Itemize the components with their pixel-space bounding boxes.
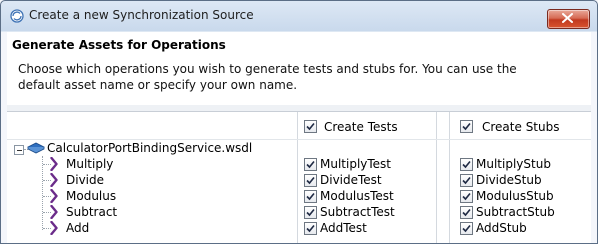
stub-checkbox[interactable] xyxy=(460,158,473,171)
operation-name[interactable]: Divide xyxy=(66,173,104,187)
stub-name[interactable]: ModulusStub xyxy=(476,189,554,203)
stub-name[interactable]: DivideStub xyxy=(476,173,542,187)
operation-name[interactable]: Add xyxy=(66,221,89,235)
test-checkbox[interactable] xyxy=(304,190,317,203)
operation-name[interactable]: Multiply xyxy=(66,157,113,171)
operation-name[interactable]: Subtract xyxy=(66,205,117,219)
operations-tree: Create Tests Create Stubs CalculatorPort… xyxy=(7,111,591,243)
header-divider xyxy=(7,139,591,140)
stub-checkbox[interactable] xyxy=(460,206,473,219)
column-header-stubs-label: Create Stubs xyxy=(482,120,560,134)
page-description: Choose which operations you wish to gene… xyxy=(18,62,517,92)
test-checkbox[interactable] xyxy=(304,158,317,171)
test-name[interactable]: SubtractTest xyxy=(320,205,395,219)
operation-icon xyxy=(50,188,58,206)
column-divider xyxy=(449,112,450,243)
dialog-window: Create a new Synchronization Source Gene… xyxy=(0,0,598,244)
test-name[interactable]: AddTest xyxy=(320,221,367,235)
stub-checkbox[interactable] xyxy=(460,190,473,203)
window-title: Create a new Synchronization Source xyxy=(29,8,254,22)
column-header-tests-label: Create Tests xyxy=(324,120,398,134)
test-name[interactable]: DivideTest xyxy=(320,173,382,187)
test-checkbox[interactable] xyxy=(304,222,317,235)
operation-icon xyxy=(50,204,58,222)
title-bar[interactable]: Create a new Synchronization Source xyxy=(1,1,597,31)
test-checkbox[interactable] xyxy=(304,174,317,187)
operation-icon xyxy=(50,172,58,190)
test-name[interactable]: MultiplyTest xyxy=(320,157,391,171)
column-header-tests[interactable]: Create Tests xyxy=(304,116,434,136)
column-divider xyxy=(436,112,437,243)
test-name[interactable]: ModulusTest xyxy=(320,189,394,203)
close-button[interactable] xyxy=(547,9,590,29)
column-header-stubs[interactable]: Create Stubs xyxy=(460,116,590,136)
sync-globe-icon xyxy=(10,9,24,23)
operation-icon xyxy=(50,220,58,238)
stub-checkbox[interactable] xyxy=(460,222,473,235)
stub-name[interactable]: MultiplyStub xyxy=(476,157,551,171)
operation-name[interactable]: Modulus xyxy=(66,189,116,203)
header-panel: Generate Assets for Operations Choose wh… xyxy=(7,32,591,106)
stub-name[interactable]: SubtractStub xyxy=(476,205,555,219)
operation-icon xyxy=(50,156,58,174)
tree-root-label[interactable]: CalculatorPortBindingService.wsdl xyxy=(47,141,252,155)
stub-checkbox[interactable] xyxy=(460,174,473,187)
tree-line xyxy=(42,156,43,230)
page-title: Generate Assets for Operations xyxy=(12,38,226,52)
stub-name[interactable]: AddStub xyxy=(476,221,527,235)
create-stubs-all-checkbox[interactable] xyxy=(460,120,473,133)
column-divider xyxy=(297,112,298,243)
close-icon xyxy=(562,13,573,23)
create-tests-all-checkbox[interactable] xyxy=(304,120,317,133)
tree-collapse-toggle[interactable] xyxy=(14,145,24,155)
test-checkbox[interactable] xyxy=(304,206,317,219)
